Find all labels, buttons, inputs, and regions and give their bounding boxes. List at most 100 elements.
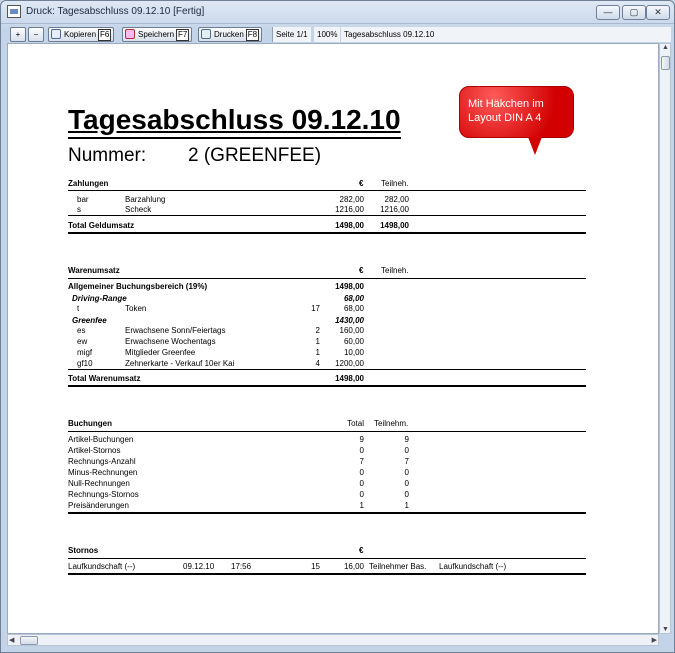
print-button[interactable]: Drucken F8: [198, 27, 263, 42]
booking-total: 0: [359, 468, 364, 477]
zoom-in-button[interactable]: +: [10, 27, 26, 42]
horizontal-scroll-thumb[interactable]: [20, 636, 38, 645]
scroll-down-icon[interactable]: ▼: [662, 626, 669, 633]
booking-teil: 7: [404, 457, 409, 466]
article-code: es: [77, 326, 86, 335]
booking-teil: 0: [404, 468, 409, 477]
save-button[interactable]: Speichern F7: [122, 27, 193, 42]
close-button[interactable]: ✕: [646, 5, 670, 20]
divider: [68, 369, 586, 370]
document-number: Nummer: 2 (GREENFEE): [68, 145, 321, 167]
scroll-up-icon[interactable]: ▲: [662, 44, 669, 51]
title-bar[interactable]: Druck: Tagesabschluss 09.12.10 [Fertig] …: [1, 1, 674, 23]
total-geldumsatz-teil: 1498,00: [380, 221, 409, 230]
booking-total: 7: [359, 457, 364, 466]
section-header-buchungen: Buchungen: [68, 419, 112, 428]
column-header-eur: €: [359, 266, 364, 275]
booking-teil: 0: [404, 490, 409, 499]
total-geldumsatz-eur: 1498,00: [335, 221, 364, 230]
section-header-warenumsatz: Warenumsatz: [68, 266, 120, 275]
column-header-eur: €: [359, 546, 364, 555]
booking-total: 0: [359, 490, 364, 499]
zoom-level: 100%: [314, 27, 341, 42]
divider: [68, 431, 586, 432]
booking-total: 1: [359, 501, 364, 510]
booking-label: Null-Rechnungen: [68, 479, 130, 488]
column-header-eur: €: [359, 179, 364, 188]
payment-eur: 1216,00: [335, 205, 364, 214]
pdf-save-icon: [125, 29, 135, 39]
maximize-button[interactable]: ▢: [622, 5, 646, 20]
storno-type: Teilnehmer Bas.: [369, 562, 427, 571]
article-eur: 60,00: [343, 337, 364, 346]
payment-code: bar: [77, 195, 89, 204]
storno-qty: 15: [311, 562, 320, 571]
booking-total: 9: [359, 435, 364, 444]
print-preview-window: Druck: Tagesabschluss 09.12.10 [Fertig] …: [0, 0, 675, 653]
divider: [68, 232, 586, 234]
callout-pointer: [528, 137, 542, 155]
article-code: migf: [77, 348, 93, 357]
copy-button[interactable]: Kopieren F6: [48, 27, 115, 42]
subgroup-label: Greenfee: [72, 316, 107, 325]
booking-label: Rechnungs-Anzahl: [68, 457, 136, 466]
horizontal-scrollbar[interactable]: ◀ ▶: [7, 634, 659, 646]
payment-teil: 282,00: [384, 195, 409, 204]
article-desc: Zehnerkarte - Verkauf 10er Kai: [125, 359, 235, 368]
article-desc: Mitglieder Greenfee: [125, 348, 196, 357]
booking-label: Artikel-Stornos: [68, 446, 121, 455]
window-title: Druck: Tagesabschluss 09.12.10 [Fertig]: [26, 6, 205, 17]
printer-icon: [201, 29, 211, 39]
payment-code: s: [77, 205, 81, 214]
document-name: Tagesabschluss 09.12.10: [341, 27, 671, 42]
article-eur: 1200,00: [335, 359, 364, 368]
divider: [68, 190, 586, 191]
payment-teil: 1216,00: [380, 205, 409, 214]
zoom-out-button[interactable]: −: [28, 27, 44, 42]
save-label: Speichern: [138, 30, 175, 39]
zoom-in-icon: +: [15, 30, 21, 39]
payment-desc: Barzahlung: [125, 195, 166, 204]
divider: [68, 385, 586, 387]
minimize-button[interactable]: —: [596, 5, 620, 20]
toolbar: + − Kopieren F6 Speichern F7 Drucken F8 Sei…: [1, 23, 674, 43]
title-underline: [68, 137, 401, 139]
number-value: 2 (GREENFEE): [188, 145, 322, 166]
callout-line-2: Layout DIN A 4: [468, 112, 542, 124]
storno-name: Laufkundschaft (--): [68, 562, 136, 571]
scroll-right-icon[interactable]: ▶: [652, 636, 657, 644]
article-qty: 2: [315, 326, 320, 335]
storno-time: 17:56: [231, 562, 252, 571]
article-eur: 68,00: [343, 304, 364, 313]
article-desc: Erwachsene Wochentags: [125, 337, 216, 346]
printer-app-icon: [7, 5, 21, 18]
booking-label: Artikel-Buchungen: [68, 435, 134, 444]
booking-label: Rechnungs-Stornos: [68, 490, 139, 499]
scroll-left-icon[interactable]: ◀: [9, 636, 14, 644]
divider: [68, 215, 586, 216]
payment-desc: Scheck: [125, 205, 152, 214]
article-desc: Token: [125, 304, 147, 313]
storno-eur: 16,00: [343, 562, 364, 571]
article-desc: Erwachsene Sonn/Feiertags: [125, 326, 226, 335]
subgroup-eur: 68,00: [343, 294, 364, 303]
subgroup-label: Driving-Range: [72, 294, 127, 303]
copy-shortcut: F6: [98, 29, 112, 41]
column-header-teilnehm: Teilnehm.: [374, 419, 409, 428]
booking-total: 0: [359, 479, 364, 488]
copy-icon: [51, 29, 61, 39]
callout-line-1: Mit Häkchen im: [468, 98, 544, 110]
article-code: t: [77, 304, 80, 313]
vertical-scrollbar[interactable]: ▲ ▼: [659, 43, 671, 634]
article-qty: 17: [311, 304, 320, 313]
article-qty: 1: [315, 348, 320, 357]
annotation-callout: Mit Häkchen im Layout DIN A 4: [459, 86, 574, 138]
page-indicator: Seite 1/1: [272, 27, 311, 42]
booking-teil: 9: [404, 435, 409, 444]
booking-teil: 0: [404, 446, 409, 455]
storno-who: Laufkundschaft (--): [439, 562, 507, 571]
total-warenumsatz-eur: 1498,00: [335, 374, 364, 383]
number-label: Nummer:: [68, 145, 147, 166]
vertical-scroll-thumb[interactable]: [661, 56, 670, 70]
copy-label: Kopieren: [64, 30, 97, 39]
